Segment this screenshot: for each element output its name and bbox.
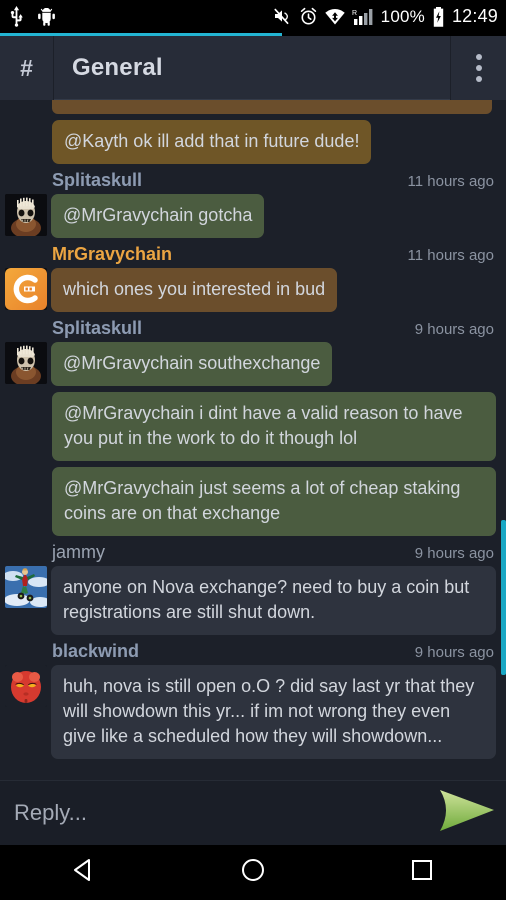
android-debug-icon	[37, 7, 56, 26]
status-bar-left-icons	[8, 6, 56, 27]
alarm-icon	[299, 7, 318, 26]
battery-charging-icon	[432, 6, 445, 27]
wifi-icon	[324, 8, 345, 25]
overflow-dot-icon	[475, 76, 482, 82]
status-bar-right-icons: R 100% 12:49	[273, 6, 498, 27]
message-author[interactable]: jammy	[52, 542, 105, 563]
message-row: huh, nova is still open o.O ? did say la…	[0, 663, 506, 759]
message-list-scrollbar[interactable]	[501, 520, 506, 675]
avatar[interactable]	[5, 665, 47, 707]
message-timestamp: 11 hours ago	[407, 247, 494, 264]
app-bar-title-area[interactable]: General	[54, 36, 450, 100]
message-item[interactable]: jammy 9 hours ago anyone on Nova exchang…	[0, 536, 506, 635]
android-navigation-bar	[0, 845, 506, 900]
send-arrow-icon	[436, 788, 498, 839]
message-bubble: @MrGravychain i dint have a valid reason…	[52, 392, 496, 461]
chat-app-screen: R 100% 12:49 # General @Kayth ok ill add…	[0, 0, 506, 900]
message-author[interactable]: Splitaskull	[52, 318, 142, 339]
message-item[interactable]: blackwind 9 hours ago huh, nova is still…	[0, 635, 506, 759]
send-button[interactable]	[428, 788, 506, 839]
message-item[interactable]: MrGravychain 11 hours ago which ones you…	[0, 238, 506, 312]
message-meta: Splitaskull 9 hours ago	[0, 312, 506, 340]
page-title: General	[72, 53, 163, 81]
overflow-dot-icon	[475, 65, 482, 71]
message-timestamp: 9 hours ago	[414, 644, 494, 661]
nav-home-button[interactable]	[208, 845, 298, 900]
message-bubble: @MrGravychain gotcha	[51, 194, 265, 238]
message-timestamp: 9 hours ago	[414, 545, 494, 562]
recents-square-icon	[408, 856, 436, 889]
message-bubble: huh, nova is still open o.O ? did say la…	[51, 665, 496, 759]
message-item[interactable]: @MrGravychain just seems a lot of cheap …	[0, 467, 506, 536]
nav-back-button[interactable]	[39, 845, 129, 900]
message-author[interactable]: blackwind	[52, 641, 139, 662]
message-item[interactable]: Splitaskull 9 hours ago @MrGravychain so…	[0, 312, 506, 386]
status-bar-clock: 12:49	[451, 6, 498, 26]
message-meta: Splitaskull 11 hours ago	[0, 164, 506, 192]
message-row: anyone on Nova exchange? need to buy a c…	[0, 564, 506, 635]
volume-mute-icon	[273, 7, 292, 26]
message-bubble: @MrGravychain just seems a lot of cheap …	[52, 467, 496, 536]
message-bubble: @Kayth ok ill add that in future dude!	[52, 120, 372, 164]
message-list[interactable]: @Kayth ok ill add that in future dude! S…	[0, 100, 506, 780]
overflow-menu-button[interactable]	[450, 36, 506, 100]
home-circle-icon	[239, 856, 267, 889]
back-triangle-icon	[70, 856, 98, 889]
avatar[interactable]	[5, 342, 47, 384]
overflow-dot-icon	[475, 54, 482, 60]
message-timestamp: 9 hours ago	[414, 321, 494, 338]
message-item[interactable]: @Kayth ok ill add that in future dude!	[0, 114, 506, 164]
message-meta: blackwind 9 hours ago	[0, 635, 506, 663]
reply-bar	[0, 780, 506, 845]
message-item[interactable]: Splitaskull 11 hours ago @MrGravychain g…	[0, 164, 506, 238]
message-row: @MrGravychain southexchange	[0, 340, 506, 386]
svg-text:R: R	[352, 10, 357, 17]
avatar[interactable]	[5, 566, 47, 608]
message-timestamp: 11 hours ago	[407, 173, 494, 190]
message-author[interactable]: Splitaskull	[52, 170, 142, 191]
message-item[interactable]: @MrGravychain i dint have a valid reason…	[0, 392, 506, 461]
usb-icon	[8, 6, 25, 27]
message-row: which ones you interested in bud	[0, 266, 506, 312]
avatar[interactable]	[5, 268, 47, 310]
reply-input[interactable]	[0, 800, 428, 826]
signal-icon: R	[352, 8, 374, 26]
message-meta: MrGravychain 11 hours ago	[0, 238, 506, 266]
app-bar: # General	[0, 36, 506, 100]
message-meta: jammy 9 hours ago	[0, 536, 506, 564]
message-bubble: anyone on Nova exchange? need to buy a c…	[51, 566, 496, 635]
android-status-bar: R 100% 12:49	[0, 0, 506, 33]
avatar[interactable]	[5, 194, 47, 236]
message-row: @MrGravychain gotcha	[0, 192, 506, 238]
battery-percent-label: 100%	[380, 6, 425, 26]
channel-hash-icon[interactable]: #	[0, 36, 54, 100]
message-bubble: which ones you interested in bud	[51, 268, 338, 312]
nav-recents-button[interactable]	[377, 845, 467, 900]
message-partial-top	[52, 100, 492, 114]
message-author[interactable]: MrGravychain	[52, 244, 172, 265]
message-bubble: @MrGravychain southexchange	[51, 342, 333, 386]
